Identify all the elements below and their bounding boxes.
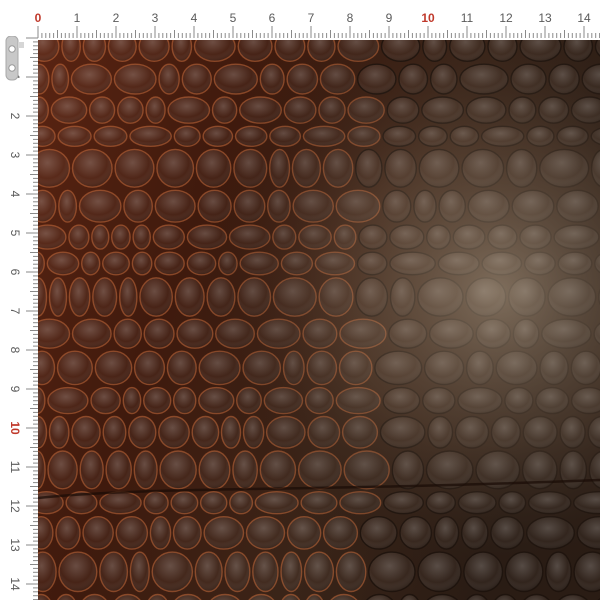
ruler-top-label: 10 [421, 11, 435, 25]
ruler-left-label: 4 [8, 191, 22, 198]
ruler-left-label: 12 [8, 499, 22, 513]
ruler-top-label: 3 [152, 11, 159, 25]
ruler-top-label: 9 [386, 11, 393, 25]
ruler-top: 0 1 2 3 4 5 6 7 8 9 10 11 12 13 14 [0, 0, 600, 38]
ruler-top-label: 1 [74, 11, 81, 25]
ruler-top-label: 2 [113, 11, 120, 25]
ruler-top-label: 11 [461, 11, 474, 25]
ruler-top-label: 12 [499, 11, 513, 25]
ruler-left-label: 7 [8, 308, 22, 315]
ruler-left-label: 5 [8, 230, 22, 237]
ruler-top-label: 5 [230, 11, 237, 25]
ruler-left-label: 6 [8, 269, 22, 276]
leather-swatch [38, 40, 600, 600]
ruler-top-label: 6 [269, 11, 276, 25]
ruler-left-label: 9 [8, 386, 22, 393]
ruler-clamp-icon [5, 36, 24, 81]
ruler-left-label: 2 [8, 113, 22, 120]
ruler-top-labels: 0 1 2 3 4 5 6 7 8 9 10 11 12 13 14 [35, 11, 591, 25]
leather-texture [38, 40, 600, 600]
ruler-top-label: 14 [577, 11, 591, 25]
ruler-top-label: 4 [191, 11, 198, 25]
ruler-left-label: 14 [8, 577, 22, 591]
ruler-top-label: 13 [538, 11, 552, 25]
ruler-left-bg [0, 38, 38, 600]
ruler-top-label: 7 [308, 11, 315, 25]
ruler-left-label: 11 [8, 461, 22, 474]
ruler-top-label: 8 [347, 11, 354, 25]
ruler-left-label: 3 [8, 152, 22, 159]
ruler-left-label: 8 [8, 347, 22, 354]
ruler-left-label: 10 [8, 421, 22, 435]
ruler-left: 1234567891011121314 [0, 37, 38, 600]
ruler-left-label: 13 [8, 538, 22, 552]
